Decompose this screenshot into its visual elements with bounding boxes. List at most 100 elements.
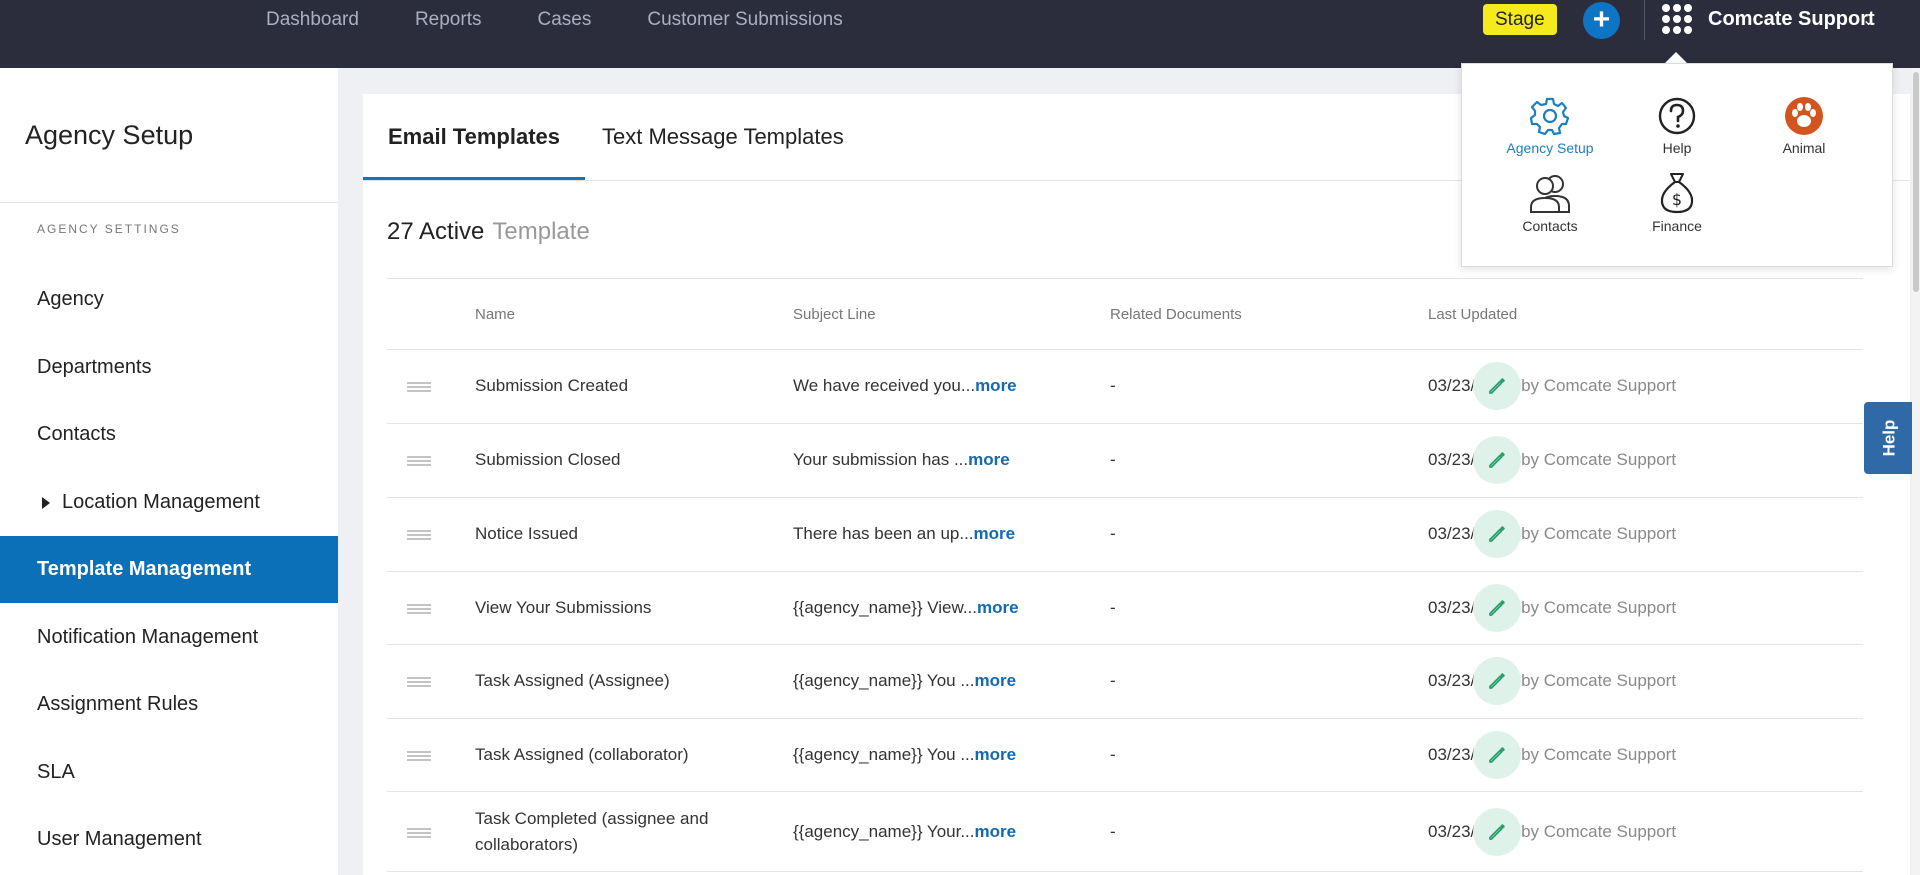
gear-icon [1529,97,1570,136]
edit-button[interactable] [1473,510,1521,558]
table-row[interactable]: Notice Issued There has been an up...mor… [387,498,1863,572]
template-name: Submission Created [475,376,629,395]
sidebar-item-label: Agency [37,288,104,310]
help-side-tab[interactable]: Help [1864,402,1914,474]
template-name: Notice Issued [475,524,578,543]
subject-line: There has been an up...more [793,524,1015,544]
more-link[interactable]: more [975,822,1017,841]
pencil-icon [1489,747,1505,763]
drag-handle-icon[interactable] [407,828,431,838]
table-row[interactable]: Task Completed (assignee and collaborato… [387,792,1863,872]
table-row[interactable]: View Your Submissions {{agency_name}} Vi… [387,572,1863,645]
table-row[interactable]: Task Assigned (Assignee) {{agency_name}}… [387,645,1863,719]
subject-line: {{agency_name}} You ...more [793,671,1016,691]
column-header-last-updated[interactable]: Last Updated [1428,306,1517,323]
app-tile-contacts[interactable]: Contacts [1495,172,1605,234]
top-divider [1644,0,1645,40]
app-tile-help[interactable]: Help [1622,96,1732,156]
scrollbar-thumb[interactable] [1913,72,1919,292]
related-documents: - [1110,450,1116,469]
apps-menu-popup: Agency Setup Help Animal Contacts $ Fina… [1461,63,1893,267]
last-updated: 03/23/2023 by Comcate Support [1428,598,1676,618]
pencil-icon [1489,673,1505,689]
more-link[interactable]: more [968,450,1010,469]
account-menu-button[interactable]: Comcate Support [1708,8,1875,31]
table-row[interactable]: Submission Closed Your submission has ..… [387,424,1863,498]
edit-button[interactable] [1473,362,1521,410]
sidebar-item-label: Contacts [37,423,116,445]
nav-link-dashboard[interactable]: Dashboard [266,9,359,31]
drag-handle-icon[interactable] [407,677,431,687]
sidebar-item-label: Departments [37,356,152,378]
more-link[interactable]: more [975,671,1017,690]
edit-button[interactable] [1473,584,1521,632]
subject-text: Your submission has ... [793,450,969,469]
pencil-icon [1489,378,1505,394]
apps-grid-icon[interactable] [1662,4,1692,34]
template-name: Task Completed (assignee and collaborato… [475,809,709,854]
help-tab-label: Help [1879,419,1898,457]
nav-link-cases[interactable]: Cases [537,9,591,31]
tab-text-message-templates[interactable]: Text Message Templates [577,94,869,180]
sidebar-title: Agency Setup [25,120,194,150]
last-updated-by: by Comcate Support [1521,524,1677,543]
pencil-icon [1489,824,1505,840]
sidebar-item-contacts[interactable]: Contacts [0,401,338,468]
sidebar-item-notification-management[interactable]: Notification Management [0,604,338,671]
more-link[interactable]: more [977,598,1019,617]
subject-line: We have received you...more [793,376,1017,396]
drag-handle-icon[interactable] [407,456,431,466]
subject-text: {{agency_name}} You ... [793,671,975,690]
app-tile-finance[interactable]: $ Finance [1622,170,1732,234]
pencil-icon [1489,452,1505,468]
sidebar-item-location-management[interactable]: Location Management [0,469,338,536]
sidebar-item-label: Location Management [62,491,260,513]
sidebar: Agency Setup AGENCY SETTINGS Agency Depa… [0,68,338,875]
template-count-number: 27 Active [387,218,485,245]
template-name: Task Assigned (collaborator) [475,745,689,764]
question-circle-icon [1658,97,1696,135]
svg-text:$: $ [1672,190,1682,209]
last-updated: 03/23/2023 by Comcate Support [1428,524,1676,544]
top-nav-links: Dashboard Reports Cases Customer Submiss… [266,0,899,40]
more-link[interactable]: more [975,376,1017,395]
column-header-related-documents[interactable]: Related Documents [1110,306,1242,323]
subject-line: {{agency_name}} Your...more [793,822,1016,842]
drag-handle-icon[interactable] [407,604,431,614]
table-row[interactable]: Submission Created We have received you.… [387,350,1863,424]
drag-handle-icon[interactable] [407,751,431,761]
sidebar-item-agency[interactable]: Agency [0,266,338,333]
nav-link-reports[interactable]: Reports [415,9,482,31]
sidebar-item-user-management[interactable]: User Management [0,806,338,873]
edit-button[interactable] [1473,731,1521,779]
sidebar-item-sla[interactable]: SLA [0,739,338,806]
sidebar-item-label: Assignment Rules [37,693,199,715]
edit-button[interactable] [1473,436,1521,484]
column-header-subject-line[interactable]: Subject Line [793,306,876,323]
more-link[interactable]: more [974,524,1016,543]
tab-email-templates[interactable]: Email Templates [363,94,585,180]
last-updated-by: by Comcate Support [1521,671,1677,690]
plus-icon[interactable]: + [1583,2,1620,39]
app-tile-animal[interactable]: Animal [1749,96,1859,156]
edit-button[interactable] [1473,808,1521,856]
column-header-name[interactable]: Name [475,306,515,323]
sidebar-item-label: SLA [37,761,75,783]
app-label: Finance [1652,218,1702,234]
app-label: Animal [1782,140,1826,156]
edit-button[interactable] [1473,657,1521,705]
drag-handle-icon[interactable] [407,382,431,392]
nav-link-customer-submissions[interactable]: Customer Submissions [647,9,842,31]
template-name: Submission Closed [475,450,621,469]
last-updated: 03/23/2023 by Comcate Support [1428,450,1676,470]
chevron-down-icon[interactable]: ⌄ [1862,10,1875,30]
app-tile-agency-setup[interactable]: Agency Setup [1495,96,1605,156]
app-label: Agency Setup [1506,140,1594,156]
table-row[interactable]: Task Assigned (collaborator) {{agency_na… [387,719,1863,792]
sidebar-item-template-management[interactable]: Template Management [0,536,338,603]
last-updated-by: by Comcate Support [1521,450,1677,469]
sidebar-item-assignment-rules[interactable]: Assignment Rules [0,671,338,738]
sidebar-item-departments[interactable]: Departments [0,334,338,401]
drag-handle-icon[interactable] [407,530,431,540]
more-link[interactable]: more [975,745,1017,764]
